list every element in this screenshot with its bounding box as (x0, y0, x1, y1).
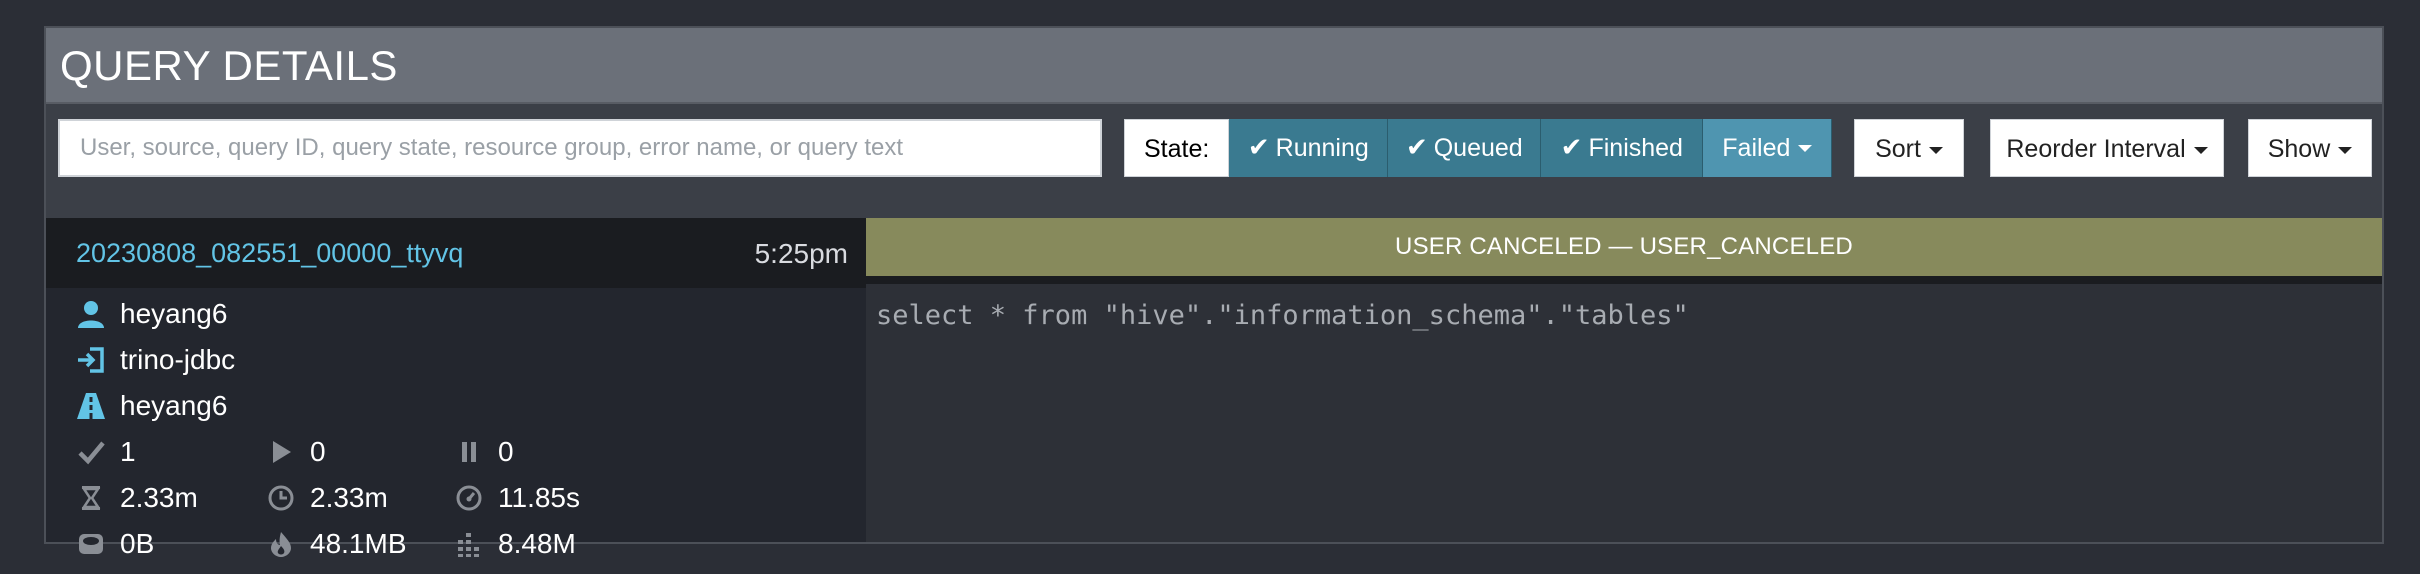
chevron-down-icon (1798, 144, 1813, 152)
panel-header: QUERY DETAILS (46, 28, 2382, 104)
hourglass-icon (74, 481, 108, 515)
hdd-icon (74, 527, 108, 561)
running-splits: 0 (264, 434, 326, 470)
peak-memory: 48.1MB (264, 526, 407, 562)
query-source: trino-jdbc (74, 342, 235, 378)
chevron-down-icon (2338, 146, 2353, 154)
state-label: State: (1124, 119, 1230, 177)
query-info-column: 20230808_082551_00000_ttyvq 5:25pm heyan… (46, 218, 866, 559)
dashboard-icon (452, 481, 486, 515)
filter-toolbar: State: ✔ Running ✔ Queued ✔ Finished Fai… (46, 104, 2382, 218)
wall-time: 2.33m (74, 480, 198, 516)
play-icon (264, 435, 298, 469)
user-icon (74, 297, 108, 331)
query-header: 20230808_082551_00000_ttyvq 5:25pm (46, 218, 866, 288)
check-icon (74, 435, 108, 469)
state-running-button[interactable]: ✔ Running (1229, 119, 1389, 177)
check-icon: ✔ (1560, 133, 1583, 163)
show-dropdown[interactable]: Show (2248, 119, 2372, 177)
queued-splits: 0 (452, 434, 514, 470)
query-id-link[interactable]: 20230808_082551_00000_ttyvq (76, 238, 463, 269)
query-text-panel: select * from "hive"."information_schema… (866, 284, 2382, 542)
input-rows: 8.48M (452, 526, 576, 562)
reorder-interval-dropdown[interactable]: Reorder Interval (1990, 119, 2224, 177)
query-state-banner: USER CANCELED — USER_CANCELED (866, 218, 2382, 276)
check-icon: ✔ (1247, 133, 1270, 163)
state-failed-dropdown[interactable]: Failed (1703, 119, 1833, 177)
current-memory: 0B (74, 526, 154, 562)
sort-dropdown[interactable]: Sort (1854, 119, 1964, 177)
login-icon (74, 343, 108, 377)
elapsed-time: 2.33m (264, 480, 388, 516)
chevron-down-icon (1928, 146, 1943, 154)
completed-splits: 1 (74, 434, 136, 470)
query-sql: select * from "hive"."information_schema… (876, 300, 1689, 331)
pause-icon (452, 435, 486, 469)
query-user: heyang6 (74, 296, 227, 332)
bar-chart-icon (452, 527, 486, 561)
clock-icon (264, 481, 298, 515)
page-title: QUERY DETAILS (60, 42, 398, 89)
query-time: 5:25pm (754, 238, 848, 269)
query-details-panel: QUERY DETAILS State: ✔ Running ✔ Queued … (44, 26, 2384, 559)
fire-icon (264, 527, 298, 561)
divider (866, 276, 2382, 284)
state-queued-button[interactable]: ✔ Queued (1388, 119, 1542, 177)
query-resource-group: heyang6 (74, 388, 227, 424)
check-icon: ✔ (1405, 133, 1428, 163)
chevron-down-icon (2193, 146, 2208, 154)
search-input[interactable] (58, 119, 1102, 177)
cpu-time: 11.85s (452, 480, 580, 516)
road-icon (74, 389, 108, 423)
state-filter-group: State: ✔ Running ✔ Queued ✔ Finished Fai… (1124, 119, 1833, 177)
state-finished-button[interactable]: ✔ Finished (1541, 119, 1704, 177)
